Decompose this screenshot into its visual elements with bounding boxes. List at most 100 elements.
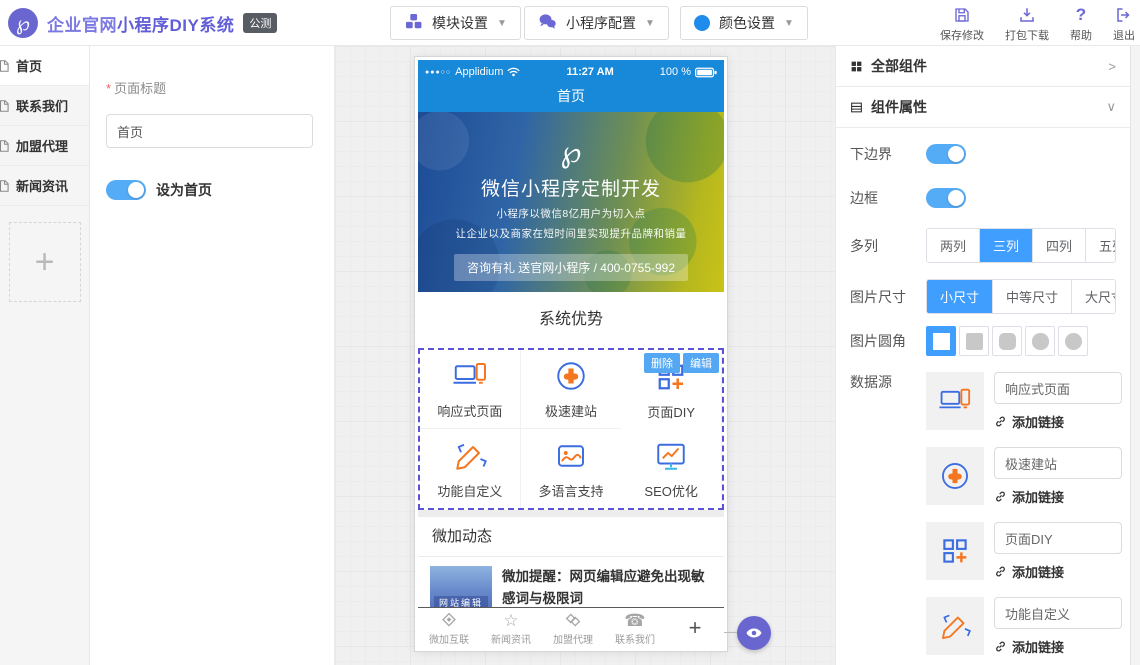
border-toggle[interactable]	[926, 188, 966, 208]
all-components-header[interactable]: 全部组件 >	[836, 46, 1130, 87]
app-logo-icon: ℘	[8, 8, 38, 38]
grid-item-responsive[interactable]: 响应式页面	[420, 350, 521, 429]
tab-weijia[interactable]: 微加互联	[418, 610, 480, 646]
image-size-small-selected[interactable]: 小尺寸	[927, 280, 993, 313]
radius-option-4[interactable]	[1058, 326, 1088, 356]
preview-eye-button[interactable]	[737, 616, 771, 650]
puzzle-icon	[553, 358, 589, 394]
page-title-input[interactable]	[106, 114, 313, 148]
banner-carousel[interactable]: ℘ 微信小程序定制开发 小程序以微信8亿用户为切入点 让企业以及商家在短时间里实…	[418, 112, 724, 292]
chevron-down-icon: ∨	[1106, 99, 1116, 115]
columns-option-5[interactable]: 五列	[1086, 229, 1116, 262]
save-label: 保存修改	[933, 27, 991, 43]
signal-dots-icon: ●●●○○	[425, 69, 451, 76]
image-size-medium[interactable]: 中等尺寸	[993, 280, 1072, 313]
tab-agency[interactable]: 加盟代理	[542, 610, 604, 646]
page-item-news[interactable]: 新闻资讯	[0, 166, 89, 206]
grid-item-label: 极速建站	[545, 401, 597, 420]
edit-component-button[interactable]: 编辑	[683, 353, 719, 373]
tab-contact[interactable]: ☎ 联系我们	[604, 610, 666, 646]
grid-item-seo[interactable]: SEO优化	[621, 429, 722, 508]
datasource-name-input[interactable]	[994, 372, 1122, 404]
brand-diamond-icon	[418, 610, 480, 629]
banner-logo-icon: ℘	[418, 112, 724, 168]
image-radius-label: 图片圆角	[850, 331, 926, 351]
save-button[interactable]: 保存修改	[933, 5, 991, 43]
download-button[interactable]: 打包下载	[998, 5, 1056, 43]
selected-grid-component[interactable]: 删除 编辑 响应式页面 极速建站 页面DIY 功能自定义	[418, 348, 724, 510]
panel-scrollbar[interactable]	[1130, 46, 1140, 665]
columns-option-4[interactable]: 四列	[1033, 229, 1086, 262]
module-settings-label: 模块设置	[432, 13, 488, 33]
image-size-large[interactable]: 大尺寸	[1072, 280, 1116, 313]
link-icon	[994, 490, 1007, 503]
grid-item-label: 多语言支持	[538, 481, 603, 500]
component-props-header[interactable]: 组件属性 ∨	[836, 87, 1130, 128]
tab-news[interactable]: ☆ 新闻资讯	[480, 610, 542, 646]
page-item-label: 新闻资讯	[16, 176, 68, 195]
add-link-button[interactable]: 添加链接	[994, 412, 1122, 431]
radius-option-1[interactable]	[959, 326, 989, 356]
add-link-button[interactable]: 添加链接	[994, 637, 1122, 656]
all-components-label: 全部组件	[871, 56, 927, 76]
bottom-margin-toggle[interactable]	[926, 144, 966, 164]
laptop-phone-icon	[938, 384, 972, 418]
add-link-button[interactable]: 添加链接	[994, 562, 1122, 581]
datasource-tile	[926, 597, 984, 655]
star-icon: ☆	[480, 610, 542, 629]
download-icon	[998, 5, 1056, 25]
add-tab-button[interactable]: +	[666, 615, 724, 641]
news-thumbnail-caption: 网站编辑	[434, 596, 488, 607]
banner-subtitle-2: 让企业以及商家在短时间里实现提升品牌和销量	[418, 226, 724, 241]
page-item-contact[interactable]: 联系我们	[0, 86, 89, 126]
page-properties-panel: *页面标题 设为首页	[90, 46, 335, 665]
color-settings-label: 颜色设置	[719, 13, 775, 33]
required-asterisk: *	[106, 81, 111, 96]
app-title: 企业官网小程序DIY系统	[47, 11, 234, 36]
help-button[interactable]: ? 帮助	[1058, 5, 1104, 43]
set-home-toggle[interactable]	[106, 180, 146, 200]
caret-down-icon: ▼	[645, 18, 655, 29]
section-gap	[418, 510, 724, 517]
news-item[interactable]: 网站编辑 微加提醒：网页编辑应避免出现敏感词与极限词	[418, 557, 724, 607]
add-page-button[interactable]: +	[9, 222, 81, 302]
datasource-name-input[interactable]	[994, 597, 1122, 629]
phone-status-bar: ●●●○○ Applidium 11:27 AM 100 %	[418, 60, 724, 84]
phone-preview: ●●●○○ Applidium 11:27 AM 100 % 首页 ℘ 微信小程…	[415, 57, 727, 651]
radius-option-3[interactable]	[1025, 326, 1055, 356]
grid-item-custom[interactable]: 功能自定义	[420, 429, 521, 508]
banner-cta-button[interactable]: 咨询有礼 送官网小程序 / 400-0755-992	[454, 254, 688, 281]
save-icon	[933, 5, 991, 25]
logout-icon	[1102, 5, 1140, 25]
wifi-icon	[507, 67, 520, 77]
columns-segmented-control: 两列 三列 四列 五列	[926, 228, 1116, 263]
module-settings-dropdown[interactable]: 模块设置 ▼	[390, 6, 521, 40]
page-item-label: 加盟代理	[16, 136, 68, 155]
columns-option-2[interactable]: 两列	[927, 229, 980, 262]
radius-option-2[interactable]	[992, 326, 1022, 356]
columns-label: 多列	[850, 236, 926, 256]
delete-component-button[interactable]: 删除	[644, 353, 680, 373]
pencil-icon	[938, 609, 972, 643]
page-title-field-label: *页面标题	[106, 78, 334, 98]
grid-item-label: 响应式页面	[437, 401, 502, 420]
datasource-row: 数据源 添加链接	[850, 372, 1116, 665]
page-item-home[interactable]: 首页	[0, 46, 89, 86]
component-action-badges: 删除 编辑	[644, 353, 719, 373]
datasource-name-input[interactable]	[994, 522, 1122, 554]
add-link-button[interactable]: 添加链接	[994, 487, 1122, 506]
bottom-margin-label: 下边界	[850, 144, 926, 164]
page-item-agency[interactable]: 加盟代理	[0, 126, 89, 166]
image-size-segmented-control: 小尺寸 中等尺寸 大尺寸	[926, 279, 1116, 314]
grid-item-multilang[interactable]: 多语言支持	[521, 429, 622, 508]
radius-option-0-selected[interactable]	[926, 326, 956, 356]
grid-item-fastbuild[interactable]: 极速建站	[521, 350, 622, 429]
columns-option-3-selected[interactable]: 三列	[980, 229, 1033, 262]
datasource-name-input[interactable]	[994, 447, 1122, 479]
miniprogram-config-dropdown[interactable]: 小程序配置 ▼	[524, 6, 669, 40]
color-settings-dropdown[interactable]: 颜色设置 ▼	[680, 6, 808, 40]
app-title-secondary: 小程序DIY系统	[117, 16, 234, 35]
eye-icon	[745, 624, 763, 642]
logout-button[interactable]: 退出	[1102, 5, 1140, 43]
page-icon	[0, 139, 11, 153]
